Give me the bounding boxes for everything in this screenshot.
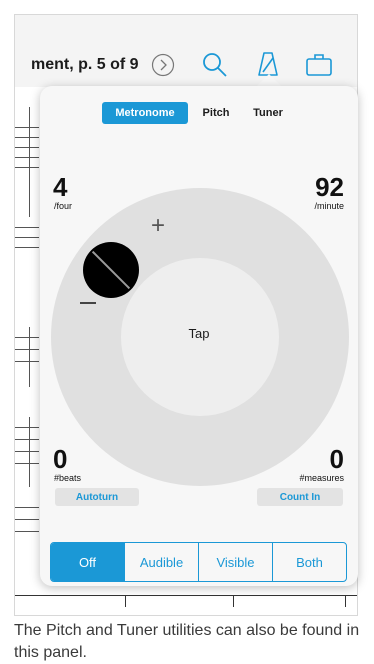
staff-line bbox=[15, 337, 39, 338]
staff-line bbox=[15, 157, 39, 158]
staff-line bbox=[15, 349, 39, 350]
bar-line bbox=[233, 595, 234, 607]
beats-label: #beats bbox=[54, 473, 82, 483]
staff-line bbox=[15, 451, 39, 452]
staff-line bbox=[15, 361, 39, 362]
mode-visible[interactable]: Visible bbox=[198, 543, 272, 581]
staff-bracket bbox=[29, 107, 30, 217]
document-title[interactable]: ment, p. 5 of 9 bbox=[31, 56, 139, 74]
dial-knob[interactable] bbox=[83, 242, 139, 298]
staff-line bbox=[15, 247, 39, 248]
tempo-label: /minute bbox=[314, 201, 344, 211]
staff-line bbox=[15, 519, 39, 520]
tab-tuner[interactable]: Tuner bbox=[244, 102, 292, 124]
autoturn-button[interactable]: Autoturn bbox=[55, 488, 139, 506]
search-icon[interactable] bbox=[201, 51, 229, 79]
knob-indicator bbox=[91, 250, 131, 290]
briefcase-icon[interactable] bbox=[305, 52, 333, 78]
time-signature-label: /four bbox=[54, 201, 73, 211]
measures-label: #measures bbox=[299, 473, 344, 483]
staff-line bbox=[15, 227, 39, 228]
staff-line bbox=[15, 167, 39, 168]
staff-line bbox=[15, 147, 39, 148]
measures-value: 0 bbox=[329, 444, 344, 474]
staff-line bbox=[15, 531, 39, 532]
staff-bracket bbox=[29, 327, 30, 387]
time-signature-value[interactable]: 4 bbox=[53, 172, 67, 203]
staff-line bbox=[15, 427, 39, 428]
caption: The Pitch and Tuner utilities can also b… bbox=[14, 622, 360, 661]
mode-audible[interactable]: Audible bbox=[124, 543, 198, 581]
beats-value: 0 bbox=[53, 444, 68, 474]
toolbar: ment, p. 5 of 9 bbox=[15, 15, 357, 87]
tempo-value[interactable]: 92 bbox=[304, 172, 344, 203]
mode-off[interactable]: Off bbox=[51, 543, 124, 581]
tab-pitch[interactable]: Pitch bbox=[194, 102, 238, 124]
mode-segmented-control: Off Audible Visible Both bbox=[50, 542, 347, 582]
staff-line bbox=[15, 137, 39, 138]
staff-line bbox=[15, 237, 39, 238]
plus-icon[interactable]: + bbox=[151, 212, 165, 240]
bar-line bbox=[125, 595, 126, 607]
bar-line bbox=[345, 595, 346, 607]
staff-line bbox=[15, 127, 39, 128]
chevron-right-circle-icon[interactable] bbox=[151, 53, 175, 77]
bottom-staff-line bbox=[15, 595, 357, 596]
mode-both[interactable]: Both bbox=[272, 543, 346, 581]
popover-arrow bbox=[257, 74, 281, 86]
tab-metronome[interactable]: Metronome bbox=[102, 102, 188, 124]
staff-line bbox=[15, 463, 39, 464]
staff-line bbox=[15, 439, 39, 440]
tap-label: Tap bbox=[188, 326, 210, 341]
staff-line bbox=[15, 507, 39, 508]
count-in-button[interactable]: Count In bbox=[257, 488, 343, 506]
minus-icon[interactable] bbox=[80, 302, 96, 304]
